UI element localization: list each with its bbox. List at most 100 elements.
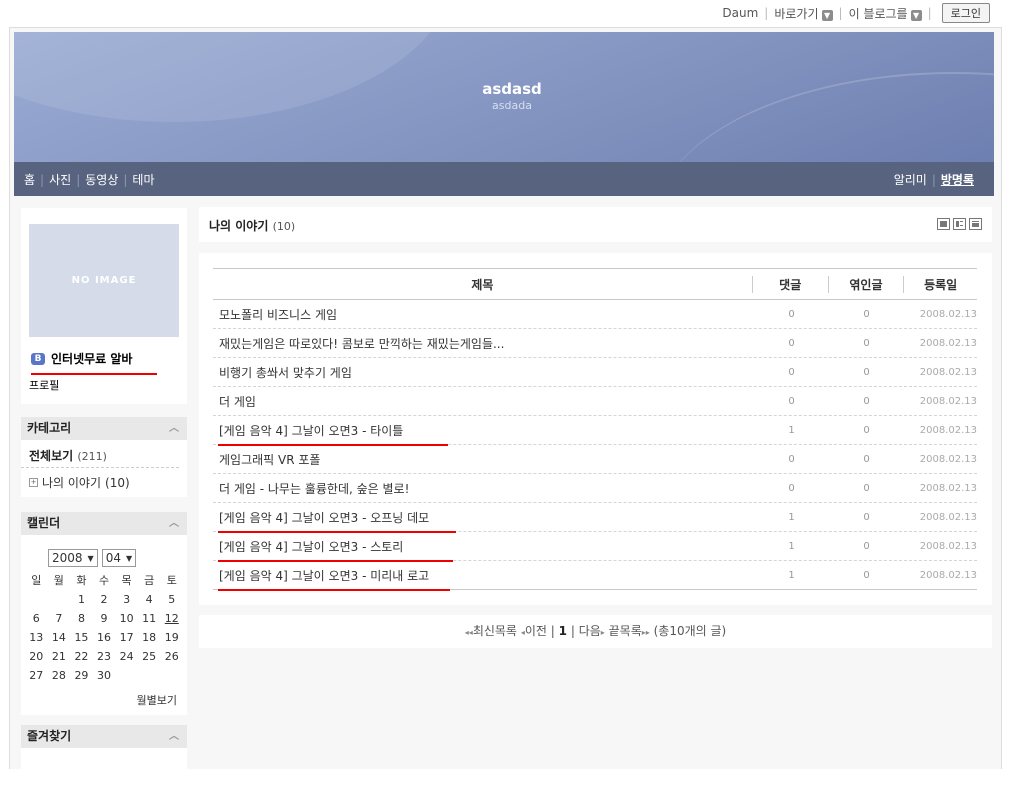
category-item-label: 나의 이야기 [42, 476, 102, 490]
chevron-down-icon: ▼ [125, 553, 133, 563]
day-cell [138, 666, 161, 685]
category-all[interactable]: 전체보기 (211) [21, 440, 179, 468]
comment-count: 1 [788, 424, 795, 436]
divider: | [76, 172, 81, 187]
trackback-count: 0 [863, 366, 870, 378]
post-title-link[interactable]: 모노폴리 비즈니스 게임 [213, 306, 754, 323]
weekday: 화 [76, 574, 87, 587]
collapse-icon[interactable]: ︿ [169, 725, 179, 748]
table-row: [게임 음악 4] 그날이 오면3 - 오프닝 데모 1 0 2008.02.13 [213, 503, 977, 533]
profile-image-placeholder[interactable]: NO IMAGE [29, 224, 179, 337]
post-title-link[interactable]: [게임 음악 4] 그날이 오면3 - 스토리 [213, 538, 754, 555]
table-row: 더 게임 - 나무는 훌륭한데, 숲은 별로! 0 0 2008.02.13 [213, 474, 977, 503]
day-cell: 7 [55, 612, 63, 625]
nav-home[interactable]: 홈 [24, 171, 35, 188]
category-item[interactable]: + 나의 이야기 (10) [21, 468, 187, 497]
prev-link[interactable]: 이전 [525, 624, 547, 638]
login-button[interactable]: 로그인 [941, 3, 990, 23]
post-title-link[interactable]: 비행기 총쏴서 맞추기 게임 [213, 364, 754, 381]
pagination: ◂◂최신목록 ◂이전 | 1 | 다음▸ 끝목록▸▸ (총10개의 글) [199, 615, 992, 648]
nav-guestbook[interactable]: 방명록 [941, 171, 974, 188]
calendar-box: 캘린더 ︿ 2008 ▼ 04 ▼ 일 월 화 수 목 금 토 1 2 3 4 … [21, 512, 187, 715]
post-title-link[interactable]: [게임 음악 4] 그날이 오면3 - 오프닝 데모 [213, 509, 754, 526]
divider: | [123, 172, 128, 187]
next-link[interactable]: 다음 [579, 624, 601, 638]
profile-name[interactable]: B 인터넷무료 알바 [31, 350, 132, 367]
latest-list-link[interactable]: 최신목록 [473, 624, 517, 638]
favorites-title: 즐겨찾기 [27, 729, 72, 743]
content-header: 나의 이야기 (10) [199, 207, 992, 242]
chevron-down-icon: ▼ [821, 9, 833, 21]
post-date: 2008.02.13 [919, 424, 977, 436]
column-trackbacks: 엮인글 [827, 275, 904, 293]
nav-video[interactable]: 동영상 [85, 171, 118, 188]
right-icon: ▸ [600, 628, 605, 637]
week-row: 1 2 3 4 5 [25, 590, 183, 609]
nav-theme[interactable]: 테마 [132, 171, 154, 188]
day-cell: 8 [77, 612, 85, 625]
comment-count: 1 [788, 540, 795, 552]
weekday: 월 [53, 574, 64, 587]
monthly-view-link[interactable]: 월별보기 [137, 692, 177, 708]
list-view-icon[interactable] [969, 218, 982, 230]
collapse-icon[interactable]: ︿ [169, 512, 179, 535]
expand-icon[interactable]: + [29, 478, 38, 487]
post-date: 2008.02.13 [919, 308, 977, 320]
divider: | [764, 6, 769, 20]
nav-photo[interactable]: 사진 [49, 171, 71, 188]
day-cell: 28 [51, 669, 66, 682]
post-date: 2008.02.13 [919, 511, 977, 523]
summary-view-icon[interactable] [953, 218, 966, 230]
comment-count: 0 [788, 337, 795, 349]
table-row: 비행기 총쏴서 맞추기 게임 0 0 2008.02.13 [213, 358, 977, 387]
blog-subtitle: asdada [492, 99, 532, 112]
year-select[interactable]: 2008 ▼ [48, 549, 98, 567]
daum-link[interactable]: Daum [722, 6, 758, 20]
divider: | [927, 6, 932, 20]
month-select[interactable]: 04 ▼ [101, 549, 137, 567]
month-value: 04 [105, 551, 121, 565]
week-row: 27 28 29 30 [25, 666, 183, 685]
annotation-underline [31, 373, 157, 375]
last-list-link[interactable]: 끝목록 [609, 624, 642, 638]
full-view-icon[interactable] [937, 218, 950, 230]
comment-count: 0 [788, 395, 795, 407]
post-title-link[interactable]: 게임그래픽 VR 포폴 [213, 451, 754, 468]
goto-menu[interactable]: 바로가기 ▼ [774, 5, 833, 22]
this-blog-menu[interactable]: 이 블로그를 ▼ [849, 5, 922, 22]
day-cell [115, 666, 138, 685]
trackback-count: 0 [863, 337, 870, 349]
day-cell-linked[interactable]: 12 [160, 609, 183, 628]
profile-link[interactable]: 프로필 [29, 377, 59, 393]
weekday: 토 [166, 574, 177, 587]
calendar-selects: 2008 ▼ 04 ▼ [48, 549, 137, 567]
day-cell: 4 [145, 593, 153, 606]
category-item-count: (10) [105, 475, 130, 490]
table-row: 재밌는게임은 따로있다! 콤보로 만끽하는 재밌는게임들... 0 0 2008.02… [213, 329, 977, 358]
day-cell [48, 590, 71, 609]
nav-notifier[interactable]: 알리미 [894, 171, 927, 188]
post-title-link[interactable]: [게임 음악 4] 그날이 오면3 - 미리내 로고 [213, 567, 754, 584]
post-date: 2008.02.13 [919, 337, 977, 349]
column-comments: 댓글 [751, 275, 828, 293]
post-title-link[interactable]: [게임 음악 4] 그날이 오면3 - 타이틀 [213, 422, 754, 439]
day-cell: 1 [77, 593, 85, 606]
divider: | [570, 624, 575, 638]
calendar-header: 캘린더 ︿ [21, 512, 187, 535]
day-cell: 16 [97, 631, 112, 644]
post-title-link[interactable]: 더 게임 [213, 393, 754, 410]
divider: | [838, 6, 843, 20]
post-title-link[interactable]: 재밌는게임은 따로있다! 콤보로 만끽하는 재밌는게임들... [213, 335, 754, 352]
divider: | [931, 172, 936, 187]
collapse-icon[interactable]: ︿ [169, 417, 179, 440]
view-mode-switch [937, 218, 982, 230]
double-right-icon: ▸▸ [641, 628, 650, 637]
column-title: 제목 [471, 277, 494, 292]
day-cell: 24 [119, 650, 134, 663]
favorites-box: 즐겨찾기 ︿ [21, 725, 187, 785]
day-cell: 13 [29, 631, 44, 644]
annotation-underline [218, 589, 450, 591]
blog-title[interactable]: asdasd [0, 80, 1024, 98]
this-blog-label: 이 블로그를 [848, 6, 908, 21]
post-title-link[interactable]: 더 게임 - 나무는 훌륭한데, 숲은 별로! [213, 480, 754, 497]
